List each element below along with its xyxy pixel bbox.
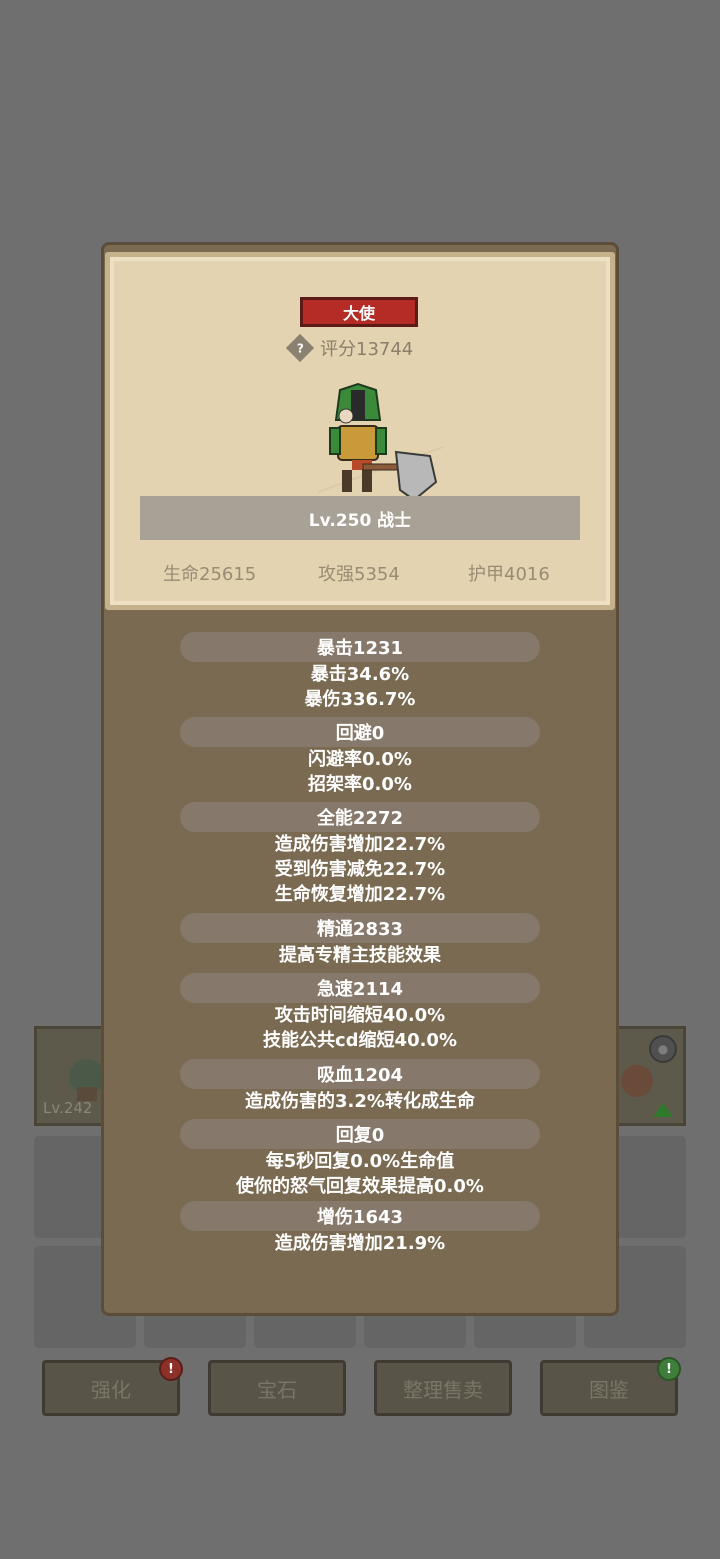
stat-header-mastery: 精通2833 bbox=[180, 913, 540, 943]
stat-header-evasion: 回避0 bbox=[180, 717, 540, 747]
stat-line: 暴伤336.7% bbox=[304, 689, 416, 710]
score-text: 评分13744 bbox=[320, 339, 414, 360]
stat-line: 造成伤害的3.2%转化成生命 bbox=[245, 1091, 475, 1112]
armor-stat: 护甲4016 bbox=[468, 564, 550, 585]
notice-badge-icon: ! bbox=[657, 1357, 681, 1381]
sort-sell-button-label: 整理售卖 bbox=[403, 1377, 483, 1402]
attack-stat: 攻强5354 bbox=[318, 564, 400, 585]
stat-line: 招架率0.0% bbox=[308, 774, 412, 795]
stat-line: 提高专精主技能效果 bbox=[279, 945, 441, 966]
sort-sell-button[interactable]: 整理售卖 bbox=[374, 1360, 512, 1416]
warrior-character-icon bbox=[318, 382, 444, 502]
enhance-button[interactable]: 强化 ! bbox=[42, 1357, 183, 1416]
enhance-button-label: 强化 bbox=[91, 1377, 131, 1402]
stat-header-crit: 暴击1231 bbox=[180, 632, 540, 662]
hero-card-level: Lv.242 bbox=[43, 1099, 93, 1117]
stat-header-haste: 急速2114 bbox=[180, 973, 540, 1003]
stat-header-regen: 回复0 bbox=[180, 1119, 540, 1149]
stat-line: 使你的怒气回复效果提高0.0% bbox=[236, 1176, 484, 1197]
hero-name-bar: Lv.250 战士 bbox=[140, 496, 580, 540]
stat-header-lifesteal: 吸血1204 bbox=[180, 1059, 540, 1089]
stat-line: 每5秒回复0.0%生命值 bbox=[265, 1151, 455, 1172]
codex-button-label: 图鉴 bbox=[589, 1377, 629, 1402]
codex-button[interactable]: 图鉴 ! bbox=[540, 1357, 681, 1416]
stat-header-damage-bonus: 增伤1643 bbox=[180, 1201, 540, 1231]
hp-stat: 生命25615 bbox=[163, 564, 257, 585]
stat-line: 暴击34.6% bbox=[310, 664, 410, 685]
alert-badge-icon: ! bbox=[159, 1357, 183, 1381]
gem-button[interactable]: 宝石 bbox=[208, 1360, 346, 1416]
stat-line: 造成伤害增加22.7% bbox=[274, 834, 446, 855]
gem-button-label: 宝石 bbox=[257, 1377, 297, 1402]
stat-header-versatility: 全能2272 bbox=[180, 802, 540, 832]
score-row: ? 评分13744 bbox=[285, 333, 414, 363]
help-icon[interactable]: ? bbox=[285, 333, 315, 363]
stat-line: 造成伤害增加21.9% bbox=[274, 1233, 446, 1254]
stat-line: 闪避率0.0% bbox=[308, 749, 412, 770]
stat-line: 生命恢复增加22.7% bbox=[274, 884, 446, 905]
stat-line: 技能公共cd缩短40.0% bbox=[262, 1030, 457, 1051]
upgrade-arrow-icon bbox=[653, 1103, 673, 1117]
rank-badge: 大使 bbox=[300, 297, 418, 327]
stat-line: 受到伤害减免22.7% bbox=[274, 859, 446, 880]
stat-line: 攻击时间缩短40.0% bbox=[274, 1005, 446, 1026]
